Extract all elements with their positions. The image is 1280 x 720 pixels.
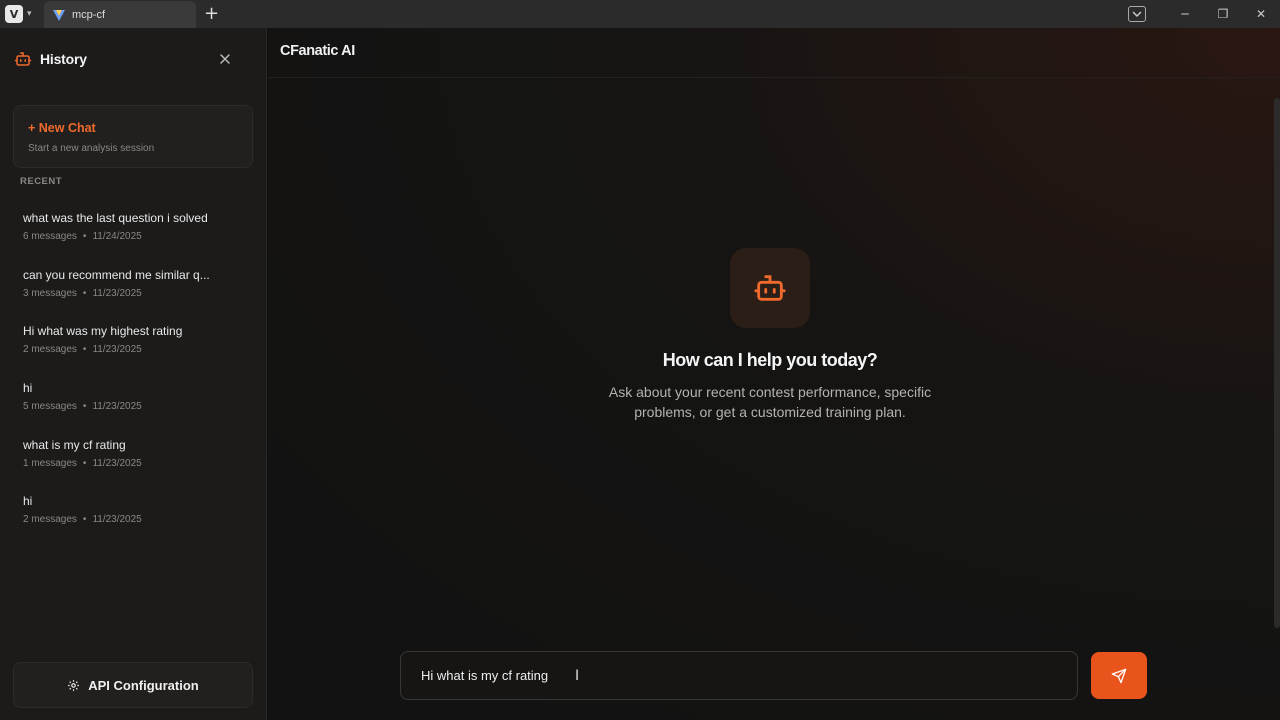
history-item-meta: 2 messages • 11/23/2025 <box>23 344 142 356</box>
api-configuration-label: API Configuration <box>88 677 199 693</box>
history-list: what was the last question i solved 6 me… <box>23 211 253 551</box>
history-item-title: hi <box>23 494 33 509</box>
new-chat-label: + New Chat <box>28 121 96 135</box>
list-item[interactable]: hi 5 messages • 11/23/2025 <box>23 381 253 438</box>
sidebar-header: History <box>14 50 87 68</box>
send-button[interactable] <box>1091 652 1147 699</box>
send-icon <box>1111 668 1127 683</box>
tab-favicon-icon <box>53 9 65 21</box>
minimize-button[interactable]: ─ <box>1166 0 1204 28</box>
welcome-title: How can I help you today? <box>662 350 878 370</box>
recent-section-label: RECENT <box>20 176 63 187</box>
browser-tab[interactable]: mcp-cf <box>44 1 196 28</box>
history-item-meta: 1 messages • 11/23/2025 <box>23 457 142 469</box>
history-item-meta: 3 messages • 11/23/2025 <box>23 287 142 299</box>
menu-caret-icon[interactable]: ▾ <box>27 9 32 19</box>
browser-titlebar: V ▾ mcp-cf + ─ ❐ ✕ <box>0 0 1280 28</box>
tab-title: mcp-cf <box>72 8 105 21</box>
vivaldi-menu-icon[interactable]: V <box>5 5 23 23</box>
history-sidebar: History + New Chat Start a new analysis … <box>0 28 267 720</box>
gear-icon <box>68 679 80 691</box>
robot-icon <box>754 275 786 301</box>
history-item-title: what was the last question i solved <box>23 211 208 225</box>
history-item-title: what is my cf rating <box>23 437 126 452</box>
list-item[interactable]: Hi what was my highest rating 2 messages… <box>23 324 253 381</box>
history-item-meta: 2 messages • 11/23/2025 <box>23 514 142 526</box>
main-header: CFanatic AI <box>268 28 1280 78</box>
list-item[interactable]: hi 2 messages • 11/23/2025 <box>23 494 253 551</box>
history-item-title: Hi what was my highest rating <box>23 324 183 339</box>
close-window-button[interactable]: ✕ <box>1242 0 1280 28</box>
new-tab-button[interactable]: + <box>204 4 219 24</box>
list-item[interactable]: what is my cf rating 1 messages • 11/23/20… <box>23 438 253 495</box>
api-configuration-button[interactable]: API Configuration <box>13 662 253 708</box>
text-cursor-icon: I <box>575 668 580 684</box>
chat-input[interactable] <box>400 651 1078 700</box>
history-item-title: hi <box>23 381 33 396</box>
sidebar-title: History <box>40 51 87 67</box>
robot-icon <box>14 52 32 66</box>
list-item[interactable]: what was the last question i solved 6 me… <box>23 211 253 268</box>
new-chat-subtitle: Start a new analysis session <box>28 143 155 154</box>
list-item[interactable]: can you recommend me similar q... 3 mess… <box>23 268 253 325</box>
scrollbar[interactable] <box>1274 98 1280 628</box>
close-icon[interactable] <box>216 50 234 68</box>
new-chat-button[interactable]: + New Chat Start a new analysis session <box>13 105 253 168</box>
window-controls: ─ ❐ ✕ <box>1128 0 1280 28</box>
history-item-meta: 5 messages • 11/23/2025 <box>23 401 142 413</box>
restore-button[interactable]: ❐ <box>1204 0 1242 28</box>
history-item-meta: 6 messages • 11/24/2025 <box>23 231 142 242</box>
history-item-title: can you recommend me similar q... <box>23 267 210 282</box>
welcome-text: Ask about your recent contest performanc… <box>608 384 932 420</box>
bot-avatar <box>730 248 810 328</box>
tab-list-dropdown-icon[interactable] <box>1128 6 1146 22</box>
brand-title: CFanatic AI <box>280 43 355 59</box>
chat-main: CFanatic AI How can I help you today? As… <box>268 28 1280 720</box>
